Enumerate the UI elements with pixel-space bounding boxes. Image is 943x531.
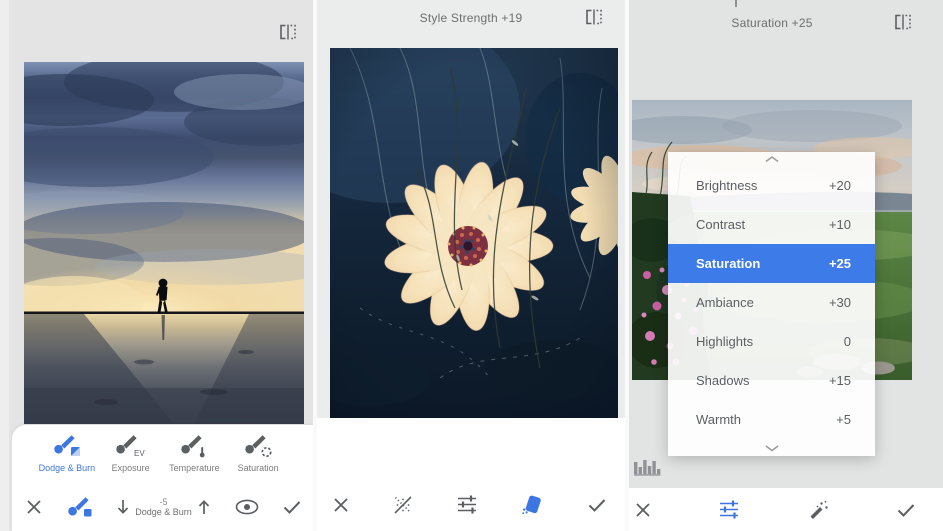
menu-item-value: +25 (828, 256, 851, 271)
tune-adjust-button-active[interactable] (719, 500, 739, 519)
histogram-icon (634, 457, 661, 476)
svg-text:EV: EV (134, 449, 145, 458)
tool-saturation[interactable]: Saturation (226, 434, 290, 473)
menu-item-shadows[interactable]: Shadows +15 (668, 361, 875, 400)
compare-before-after-button[interactable] (585, 9, 605, 27)
tool-label: Dodge & Burn (38, 463, 96, 473)
style-strength-button[interactable] (519, 493, 545, 517)
menu-item-value: +15 (828, 373, 851, 388)
photo-canvas-flower[interactable] (317, 13, 625, 418)
confirm-button[interactable] (588, 498, 606, 512)
snapseed-editor-collage: Dodge & Burn EV Exposure Temperature Sat… (0, 0, 943, 531)
adjustment-readout: Saturation +25 (731, 16, 813, 30)
bottom-action-bar: -5 Dodge & Burn (26, 492, 301, 522)
photo-canvas-beach-silhouette[interactable] (0, 52, 313, 424)
tool-temperature[interactable]: Temperature (163, 434, 227, 473)
texture-off-button[interactable] (392, 494, 414, 516)
tune-adjust-button[interactable] (456, 495, 477, 514)
tool-label: Exposure (111, 463, 150, 473)
confirm-button[interactable] (283, 500, 301, 514)
auto-adjust-wand-button[interactable] (807, 500, 829, 520)
menu-scroll-up[interactable] (668, 152, 875, 166)
tools-row: Dodge & Burn EV Exposure Temperature Sat… (12, 425, 313, 473)
menu-item-label: Contrast (696, 217, 746, 232)
adjustment-readout: Style Strength +19 (419, 11, 523, 25)
brush-mode-button[interactable] (66, 496, 92, 518)
increase-value-button[interactable] (197, 499, 211, 515)
bottom-action-bar (629, 488, 943, 531)
decrease-value-button[interactable] (116, 499, 130, 515)
preview-mask-button[interactable] (235, 499, 259, 515)
compare-icon (894, 14, 912, 30)
menu-item-label: Shadows (696, 373, 750, 388)
temperature-brush-icon (179, 434, 209, 458)
menu-item-value: +20 (828, 178, 851, 193)
cancel-button[interactable] (333, 497, 349, 513)
compare-icon (279, 24, 297, 40)
tool-sheet: Dodge & Burn EV Exposure Temperature Sat… (12, 425, 313, 531)
exposure-brush-icon: EV (114, 434, 148, 458)
menu-item-contrast[interactable]: Contrast +10 (668, 205, 875, 244)
panel-tune-image-editor: Saturation +25 Brightness +20 Contrast +… (629, 0, 943, 531)
chevron-down-icon (764, 444, 780, 452)
tool-label: Saturation (237, 463, 279, 473)
menu-scroll-down[interactable] (668, 439, 875, 456)
cancel-button[interactable] (635, 502, 651, 518)
menu-item-value: +30 (828, 295, 851, 310)
menu-item-label: Saturation (696, 256, 761, 271)
value-stepper: -5 Dodge & Burn (116, 497, 211, 517)
active-tool-name: Dodge & Burn (135, 507, 192, 517)
confirm-button[interactable] (897, 503, 915, 517)
tune-adjustments-menu: Brightness +20 Contrast +10 Saturation +… (668, 152, 875, 456)
compare-before-after-button[interactable] (279, 24, 299, 42)
cancel-button[interactable] (26, 499, 42, 515)
menu-item-value: +10 (828, 217, 851, 232)
menu-item-warmth[interactable]: Warmth +5 (668, 400, 875, 439)
menu-item-brightness[interactable]: Brightness +20 (668, 166, 875, 205)
screenshot-edge (0, 0, 9, 531)
bottom-action-bar (317, 478, 625, 531)
compare-before-after-button[interactable] (894, 14, 914, 32)
menu-item-label: Warmth (696, 412, 742, 427)
tool-dodge-burn[interactable]: Dodge & Burn (35, 434, 99, 473)
saturation-brush-icon (243, 434, 273, 458)
menu-item-label: Ambiance (696, 295, 754, 310)
menu-item-ambiance[interactable]: Ambiance +30 (668, 283, 875, 322)
panel-style-strength-editor: Style Strength +19 (317, 0, 625, 531)
tool-exposure[interactable]: EV Exposure (99, 434, 163, 473)
menu-item-value: 0 (843, 334, 851, 349)
menu-item-highlights[interactable]: Highlights 0 (668, 322, 875, 361)
strength-slider-tick (735, 0, 737, 7)
compare-icon (585, 9, 603, 25)
dodge-burn-brush-icon (52, 434, 82, 458)
tool-value: -5 (159, 497, 168, 507)
current-value-display: -5 Dodge & Burn (133, 497, 194, 517)
chevron-up-icon (764, 155, 780, 163)
menu-item-value: +5 (836, 412, 851, 427)
panel-dodge-burn-editor: Dodge & Burn EV Exposure Temperature Sat… (0, 0, 313, 531)
style-filmstrip: 6 7 8 9 10 (317, 418, 625, 478)
menu-item-saturation-selected[interactable]: Saturation +25 (668, 244, 875, 283)
tool-label: Temperature (169, 463, 220, 473)
menu-item-label: Highlights (696, 334, 754, 349)
menu-item-label: Brightness (696, 178, 758, 193)
